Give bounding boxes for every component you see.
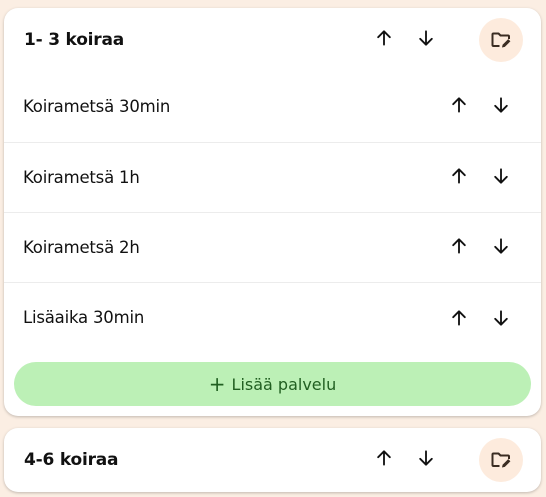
- move-up-button[interactable]: [445, 304, 473, 332]
- folder-edit-icon: [491, 452, 511, 468]
- service-name: Koirametsä 2h: [23, 238, 140, 257]
- category-card: 1- 3 koiraa Koirametsä 30min Koirametsä …: [4, 8, 541, 416]
- category-card: 4-6 koiraa: [4, 428, 541, 492]
- service-row: Koirametsä 2h: [4, 212, 541, 282]
- service-name: Koirametsä 1h: [23, 168, 140, 187]
- plus-icon: +: [208, 372, 226, 396]
- move-down-button[interactable]: [487, 91, 515, 119]
- move-up-button[interactable]: [445, 91, 473, 119]
- service-name: Koirametsä 30min: [23, 97, 171, 116]
- service-name: Lisäaika 30min: [23, 308, 145, 327]
- arrow-up-icon: [377, 450, 391, 466]
- service-row: Lisäaika 30min: [4, 282, 541, 352]
- move-down-button[interactable]: [487, 232, 515, 260]
- service-row: Koirametsä 30min: [4, 72, 541, 142]
- edit-category-button[interactable]: [479, 438, 523, 482]
- arrow-up-icon: [452, 97, 466, 113]
- service-row: Koirametsä 1h: [4, 142, 541, 212]
- arrow-down-icon: [494, 168, 508, 184]
- move-up-button[interactable]: [445, 232, 473, 260]
- add-service-label: Lisää palvelu: [231, 374, 337, 394]
- move-down-button[interactable]: [487, 162, 515, 190]
- arrow-up-icon: [377, 30, 391, 46]
- arrow-up-icon: [452, 310, 466, 326]
- arrow-down-icon: [419, 30, 433, 46]
- move-up-button[interactable]: [370, 24, 398, 52]
- move-up-button[interactable]: [445, 162, 473, 190]
- arrow-down-icon: [494, 238, 508, 254]
- arrow-down-icon: [419, 450, 433, 466]
- category-title: 1- 3 koiraa: [24, 30, 125, 50]
- arrow-down-icon: [494, 97, 508, 113]
- arrow-up-icon: [452, 238, 466, 254]
- add-service-button[interactable]: + Lisää palvelu: [14, 362, 531, 406]
- move-up-button[interactable]: [370, 444, 398, 472]
- arrow-down-icon: [494, 310, 508, 326]
- edit-category-button[interactable]: [479, 18, 523, 62]
- folder-edit-icon: [491, 32, 511, 48]
- move-down-button[interactable]: [412, 24, 440, 52]
- category-header: 1- 3 koiraa: [4, 8, 541, 72]
- move-down-button[interactable]: [412, 444, 440, 472]
- arrow-up-icon: [452, 168, 466, 184]
- category-header: 4-6 koiraa: [4, 428, 541, 492]
- move-down-button[interactable]: [487, 304, 515, 332]
- category-title: 4-6 koiraa: [24, 450, 119, 470]
